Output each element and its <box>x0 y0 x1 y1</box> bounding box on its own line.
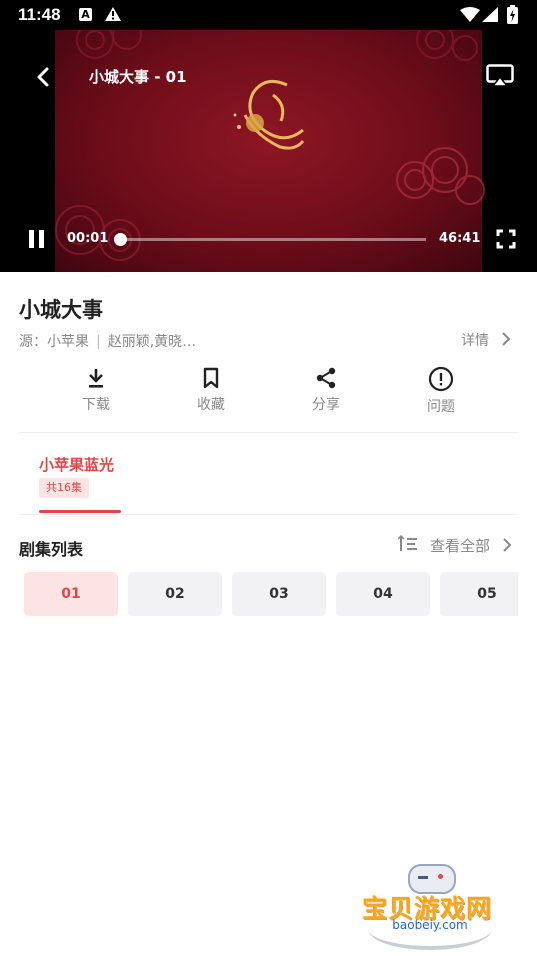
report-issue-button[interactable]: 问题 <box>401 366 481 416</box>
episode-chip[interactable]: 01 <box>24 572 118 616</box>
video-title: 小城大事 - 01 <box>89 68 187 86</box>
favorite-button[interactable]: 收藏 <box>171 366 251 414</box>
divider <box>19 432 518 433</box>
cloud-pattern-icon <box>55 205 141 261</box>
notification-a-icon: A <box>79 8 92 21</box>
watermark-logo: 宝贝游戏网 baobeiy.com <box>360 862 500 952</box>
episode-list: 01 02 03 04 05 <box>0 572 518 616</box>
airplay-cast-icon[interactable] <box>486 64 514 88</box>
duration-time: 46:41 <box>439 231 481 246</box>
video-player[interactable]: 小城大事 - 01 00:01 46:41 <box>0 30 537 272</box>
show-title: 小城大事 <box>19 298 103 322</box>
divider <box>19 514 518 515</box>
source-label: 源：小苹果 <box>19 334 89 350</box>
share-button[interactable]: 分享 <box>286 366 366 414</box>
cloud-pattern-icon <box>396 147 485 205</box>
episode-chip[interactable]: 05 <box>440 572 518 616</box>
source-tab[interactable]: 小苹果蓝光 <box>39 454 114 475</box>
episode-count-badge: 共16集 <box>39 478 89 498</box>
share-icon <box>316 367 336 389</box>
back-arrow-icon[interactable] <box>32 66 54 88</box>
episode-chip[interactable]: 02 <box>128 572 222 616</box>
chevron-right-icon <box>503 538 512 552</box>
wifi-icon <box>460 7 480 22</box>
favorite-label: 收藏 <box>197 397 225 413</box>
download-icon <box>89 369 103 388</box>
alert-circle-icon <box>428 366 454 392</box>
details-label: 详情 <box>461 333 489 349</box>
fullscreen-icon[interactable] <box>496 229 516 249</box>
current-time: 00:01 <box>67 231 109 246</box>
bookmark-icon <box>203 367 219 389</box>
cast-list: 赵丽颖,黄晓… <box>107 334 197 350</box>
source-tab-indicator <box>39 510 121 513</box>
battery-icon <box>507 5 518 24</box>
report-issue-label: 问题 <box>427 399 455 415</box>
signal-icon <box>482 7 498 22</box>
progress-bar[interactable] <box>114 233 426 246</box>
show-meta: 源：小苹果 | 赵丽颖,黄晓… <box>19 331 196 351</box>
meta-separator: | <box>96 334 101 350</box>
golden-emblem-icon <box>233 79 305 150</box>
episode-list-title: 剧集列表 <box>19 540 84 559</box>
chevron-right-icon <box>502 332 511 346</box>
download-button[interactable]: 下载 <box>56 366 136 414</box>
status-bar: 11:48 A <box>0 0 537 30</box>
warning-icon <box>105 7 121 21</box>
pause-button[interactable] <box>27 229 47 249</box>
action-bar: 下载 收藏 分享 问题 <box>0 366 537 422</box>
sort-order-icon[interactable] <box>398 535 418 553</box>
share-label: 分享 <box>312 397 340 413</box>
details-link[interactable]: 详情 <box>461 330 511 350</box>
watermark-url: baobeiy.com <box>392 918 468 932</box>
view-all-link[interactable]: 查看全部 <box>430 535 512 556</box>
download-label: 下载 <box>82 397 110 413</box>
episode-chip[interactable]: 04 <box>336 572 430 616</box>
status-time: 11:48 <box>18 5 61 24</box>
cloud-pattern-icon <box>416 30 478 61</box>
episode-chip[interactable]: 03 <box>232 572 326 616</box>
view-all-label: 查看全部 <box>430 537 491 555</box>
